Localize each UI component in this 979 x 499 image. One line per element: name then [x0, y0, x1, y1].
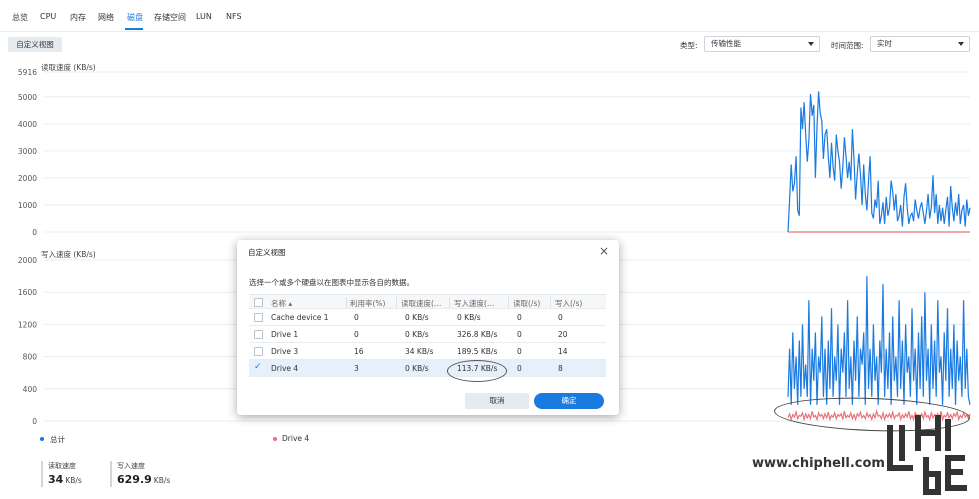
legend-drive4-label: Drive 4 [282, 434, 310, 443]
drive-writes-per-sec: 0 [558, 313, 563, 322]
y-tick-label: 0 [32, 228, 37, 237]
drive-read-speed: 0 KB/s [405, 313, 429, 322]
drive-name: Cache device 1 [271, 313, 329, 322]
drive-write-speed: 326.8 KB/s [457, 330, 498, 339]
col-name[interactable]: 名称 ▴ [271, 298, 292, 309]
drive-reads-per-sec: 0 [517, 313, 522, 322]
annotation-ellipse [447, 360, 507, 382]
dialog-title: 自定义视图 [248, 248, 286, 257]
y-tick-label: 1000 [18, 201, 37, 210]
legend-total-label: 总计 [50, 435, 65, 444]
drive-writes-per-sec: 14 [558, 347, 568, 356]
read-speed-stat-label: 读取速度 [48, 462, 76, 470]
read-speed-chart: 读取速度 (KB/s) 0 1000 2000 3000 4000 5000 5916 [18, 62, 971, 237]
write-speed-stat-label: 写入速度 [117, 462, 145, 470]
y-tick-label: 400 [23, 385, 38, 394]
write-speed-stat-unit: KB/s [153, 476, 171, 485]
y-tick-label: 2000 [18, 174, 37, 183]
drive-utilization: 0 [354, 330, 359, 339]
checkmark-icon[interactable]: ✓ [254, 363, 263, 372]
dialog-description: 选择一个或多个硬盘以在图表中显示各自的数据。 [249, 278, 414, 287]
y-tick-label: 0 [32, 417, 37, 426]
column-divider [550, 297, 551, 308]
write-speed-stat: 写入速度 629.9 KB/s [110, 461, 170, 487]
drive-writes-per-sec: 20 [558, 330, 568, 339]
drive-write-speed: 189.5 KB/s [457, 347, 498, 356]
drive-utilization: 3 [354, 364, 359, 373]
drive-read-speed: 0 KB/s [405, 330, 429, 339]
table-row[interactable]: Drive 1 0 0 KB/s 326.8 KB/s 0 20 [249, 326, 606, 343]
read-speed-stat-value: 34 [48, 473, 64, 486]
cancel-button[interactable]: 取消 [465, 393, 529, 409]
col-read-speed[interactable]: 读取速度(… [401, 298, 441, 309]
series-line-total [787, 276, 971, 406]
drive-reads-per-sec: 0 [517, 347, 522, 356]
column-divider [396, 297, 397, 308]
drive-utilization: 0 [354, 313, 359, 322]
chiphell-logo [887, 415, 967, 495]
drive-name: Drive 3 [271, 347, 299, 356]
drive-writes-per-sec: 8 [558, 364, 563, 373]
watermark-text: www.chiphell.com [752, 456, 885, 471]
legend-total-dot [40, 437, 44, 441]
drive-write-speed: 0 KB/s [457, 313, 481, 322]
write-chart-title: 写入速度 (KB/s) [41, 249, 96, 259]
ok-button[interactable]: 确定 [534, 393, 604, 409]
select-all-checkbox[interactable] [254, 298, 263, 307]
read-chart-title: 读取速度 (KB/s) [41, 62, 96, 72]
drive-grid: 名称 ▴ 利用率(%) 读取速度(… 写入速度(… 读取(/s) 写入(/s) … [249, 294, 606, 377]
row-checkbox[interactable] [254, 347, 263, 356]
row-checkbox[interactable] [254, 330, 263, 339]
row-checkbox[interactable] [254, 313, 263, 322]
close-icon[interactable]: × [599, 244, 609, 258]
write-speed-stat-value: 629.9 [117, 473, 152, 486]
grid-header: 名称 ▴ 利用率(%) 读取速度(… 写入速度(… 读取(/s) 写入(/s) [249, 294, 606, 309]
drive-read-speed: 0 KB/s [405, 364, 429, 373]
custom-view-dialog: 自定义视图 × 选择一个或多个硬盘以在图表中显示各自的数据。 名称 ▴ 利用率(… [237, 240, 619, 415]
legend-drive4-dot [273, 437, 277, 441]
column-divider [508, 297, 509, 308]
y-tick-label: 3000 [18, 147, 37, 156]
y-tick-label: 4000 [18, 120, 37, 129]
y-tick-label: 5916 [18, 68, 37, 77]
drive-reads-per-sec: 0 [517, 330, 522, 339]
y-tick-label: 800 [23, 353, 38, 362]
col-reads-per-sec[interactable]: 读取(/s) [513, 298, 540, 309]
drive-utilization: 16 [354, 347, 364, 356]
drive-reads-per-sec: 0 [517, 364, 522, 373]
y-tick-label: 1600 [18, 288, 37, 297]
read-speed-stat: 读取速度 34 KB/s [41, 461, 82, 487]
column-divider [449, 297, 450, 308]
series-line-total [787, 91, 971, 233]
col-utilization[interactable]: 利用率(%) [350, 298, 385, 309]
col-writes-per-sec[interactable]: 写入(/s) [555, 298, 582, 309]
column-divider [346, 297, 347, 308]
y-tick-label: 2000 [18, 256, 37, 265]
drive-name: Drive 1 [271, 330, 299, 339]
drive-read-speed: 34 KB/s [405, 347, 434, 356]
col-write-speed[interactable]: 写入速度(… [454, 298, 494, 309]
table-row[interactable]: Cache device 1 0 0 KB/s 0 KB/s 0 0 [249, 309, 606, 326]
table-row[interactable]: Drive 3 16 34 KB/s 189.5 KB/s 0 14 [249, 343, 606, 360]
drive-name: Drive 4 [271, 364, 299, 373]
y-tick-label: 1200 [18, 320, 37, 329]
read-speed-stat-unit: KB/s [65, 476, 82, 485]
table-row-selected[interactable]: ✓ Drive 4 3 0 KB/s 113.7 KB/s 0 8 [249, 360, 606, 377]
y-tick-label: 5000 [18, 93, 37, 102]
